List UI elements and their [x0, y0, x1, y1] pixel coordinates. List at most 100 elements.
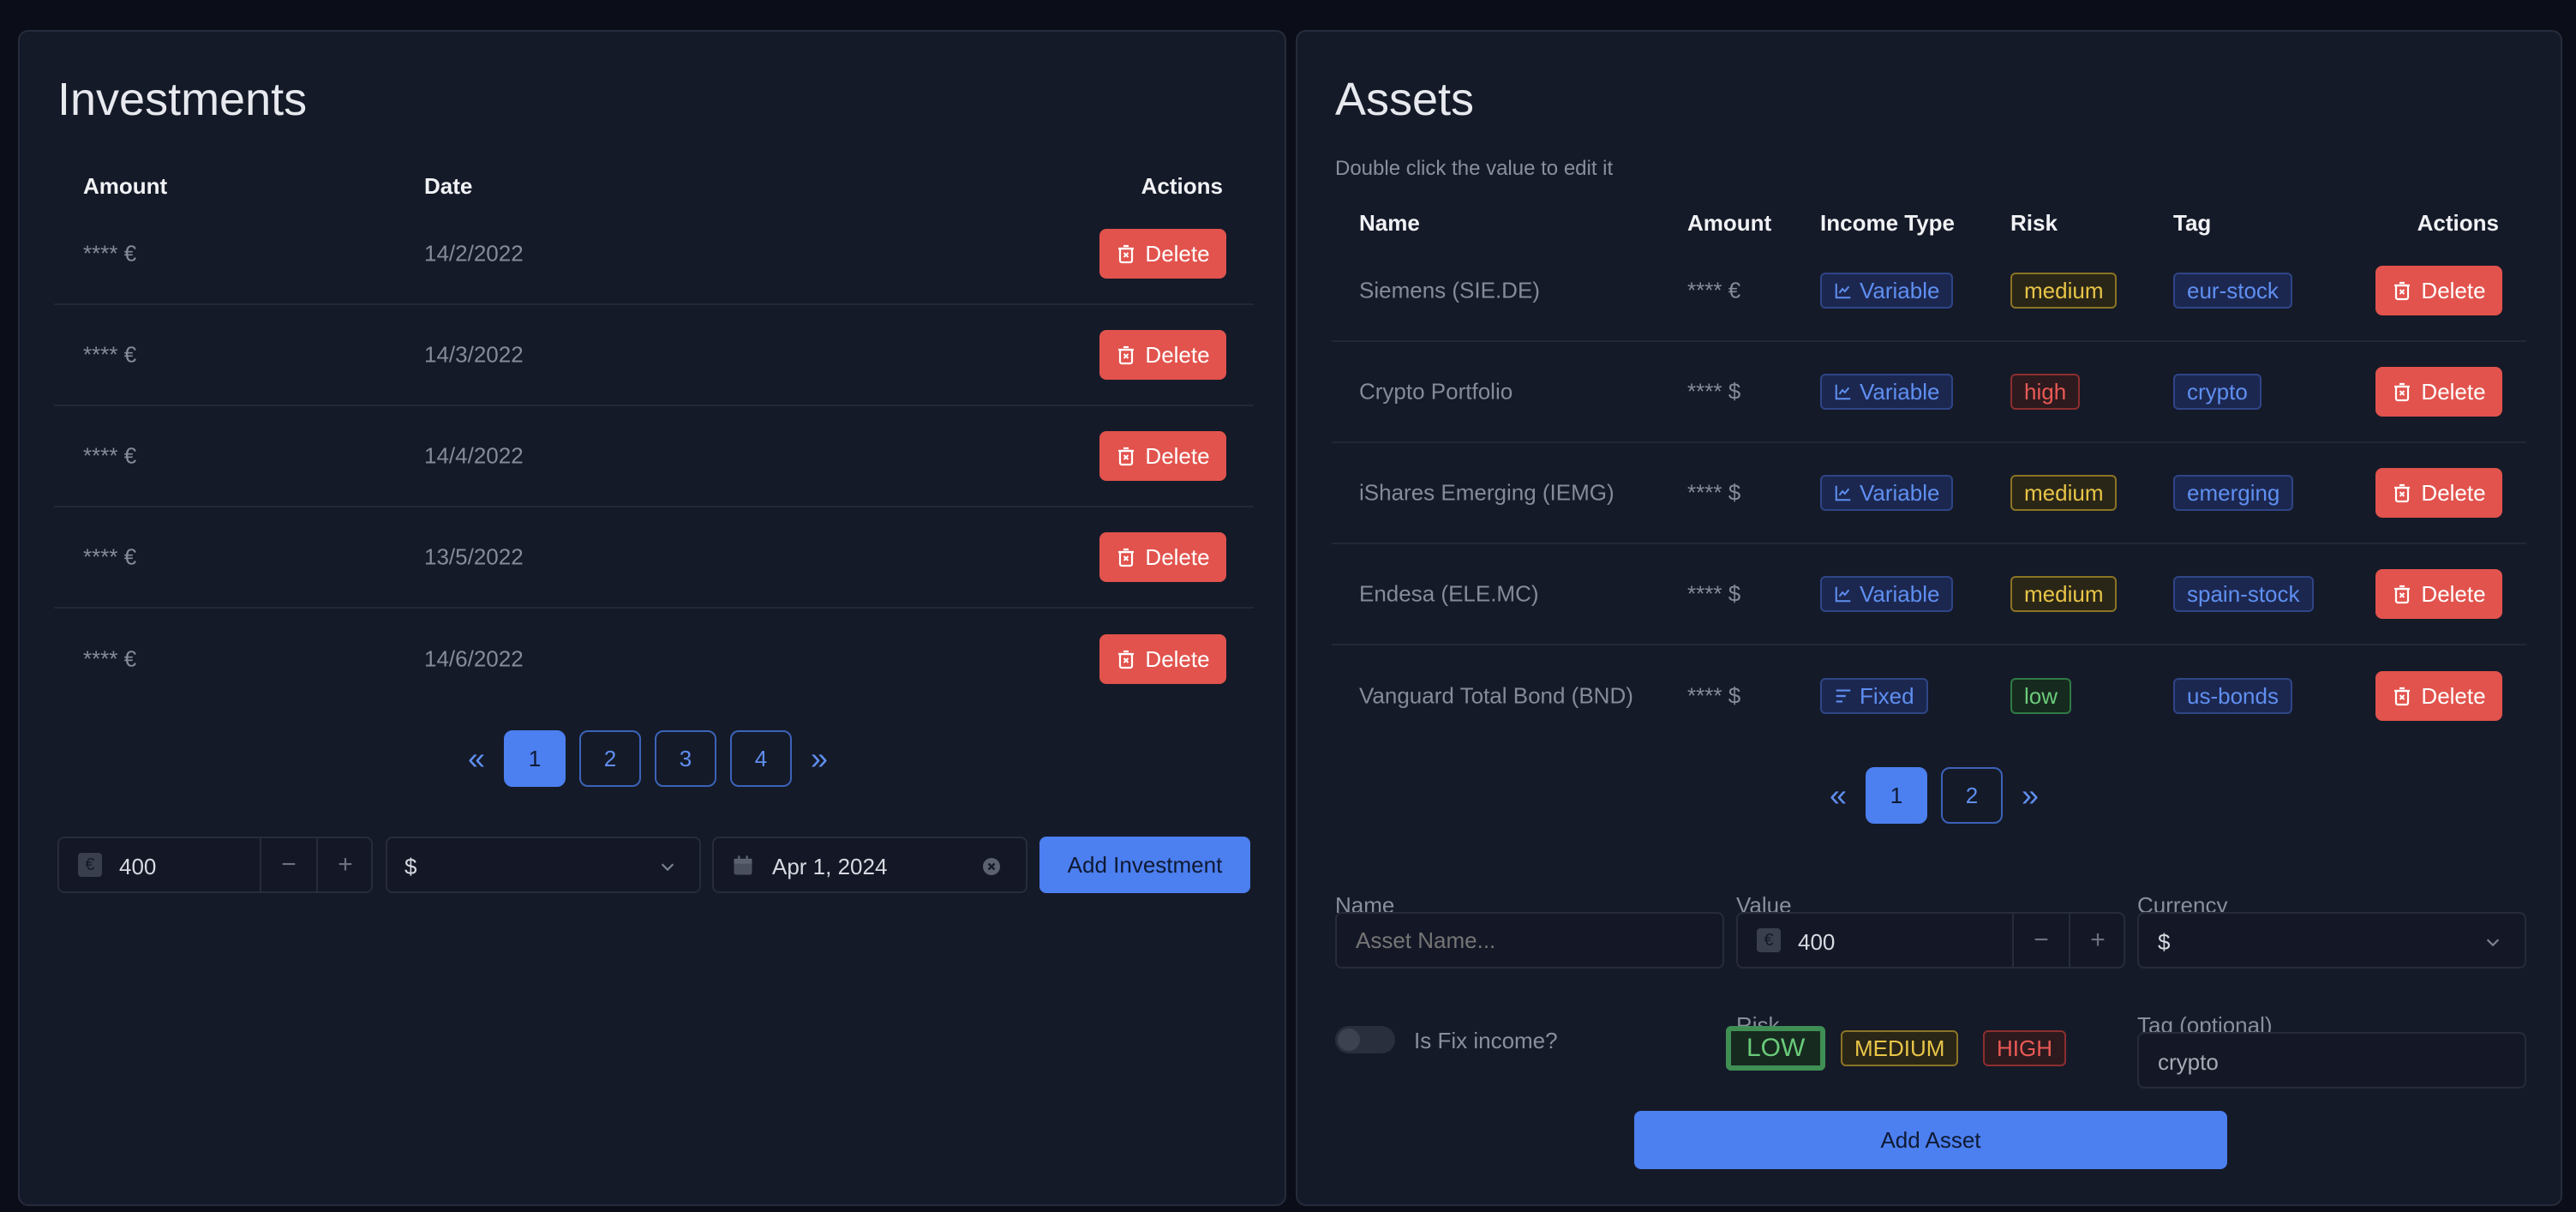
asset-amount[interactable]: **** €	[1687, 278, 1740, 304]
investment-date[interactable]: 14/6/2022	[424, 646, 524, 673]
delete-button[interactable]: Delete	[2375, 266, 2502, 315]
asset-name-input[interactable]	[1337, 914, 1722, 967]
risk-badge: medium	[2010, 576, 2118, 612]
first-page-icon[interactable]: «	[463, 743, 490, 774]
align-left-icon	[1836, 689, 1851, 703]
income-type-badge: Variable	[1820, 576, 1954, 612]
asset-amount[interactable]: **** $	[1687, 683, 1740, 710]
assets-title: Assets	[1335, 74, 1475, 125]
currency-select-value: $	[2158, 929, 2171, 955]
column-header-tag: Tag	[2173, 210, 2212, 236]
investment-date-picker[interactable]: Apr 1, 2024	[712, 837, 1027, 893]
column-header-amount: Amount	[1687, 210, 1772, 236]
page-button[interactable]: 4	[730, 730, 792, 787]
delete-label: Delete	[2421, 479, 2486, 506]
risk-option-medium[interactable]: MEDIUM	[1841, 1030, 1959, 1066]
asset-tag-input[interactable]: crypto	[2137, 1032, 2526, 1089]
add-investment-button[interactable]: Add Investment	[1039, 837, 1250, 893]
asset-name[interactable]: Vanguard Total Bond (BND)	[1359, 683, 1633, 710]
last-page-icon[interactable]: »	[2016, 780, 2044, 811]
investments-pagination: « 1234 »	[463, 730, 833, 787]
decrement-button[interactable]: −	[261, 838, 316, 891]
delete-button[interactable]: Delete	[2375, 569, 2502, 619]
delete-label: Delete	[1145, 442, 1210, 469]
delete-button[interactable]: Delete	[1099, 532, 1226, 582]
investment-amount[interactable]: **** €	[83, 342, 136, 369]
fix-income-toggle[interactable]	[1335, 1026, 1395, 1053]
trash-icon	[2394, 585, 2411, 604]
tag-value[interactable]: crypto	[2158, 1049, 2219, 1076]
investment-date[interactable]: 13/5/2022	[424, 544, 524, 571]
add-asset-button[interactable]: Add Asset	[1634, 1111, 2227, 1169]
delete-button[interactable]: Delete	[2375, 367, 2502, 417]
investment-amount-input[interactable]: € 400 − +	[57, 837, 373, 893]
delete-button[interactable]: Delete	[1099, 330, 1226, 380]
page-button[interactable]: 1	[1866, 767, 1927, 824]
investment-date[interactable]: 14/2/2022	[424, 241, 524, 267]
assets-hint: Double click the value to edit it	[1335, 157, 1614, 180]
delete-button[interactable]: Delete	[2375, 468, 2502, 518]
trash-icon	[1118, 244, 1135, 264]
table-row: Endesa (ELE.MC) **** $ Variable medium spain…	[1332, 544, 2526, 645]
page-button[interactable]: 2	[1941, 767, 2003, 824]
fix-income-label: Is Fix income?	[1414, 1028, 1558, 1053]
delete-label: Delete	[2421, 277, 2486, 303]
risk-option-low[interactable]: LOW	[1726, 1026, 1826, 1071]
trash-icon	[2394, 483, 2411, 503]
trash-icon	[2394, 281, 2411, 301]
table-row: iShares Emerging (IEMG) **** $ Variable med…	[1332, 443, 2526, 544]
increment-button[interactable]: +	[318, 838, 373, 891]
trash-icon	[1118, 345, 1135, 365]
risk-option-high[interactable]: HIGH	[1983, 1030, 2066, 1066]
chart-line-icon	[1835, 384, 1851, 400]
asset-currency-select[interactable]: $	[2137, 912, 2526, 969]
risk-badge: low	[2010, 678, 2072, 714]
investment-amount-value[interactable]: 400	[119, 854, 156, 880]
investment-date[interactable]: 14/4/2022	[424, 443, 524, 470]
asset-name[interactable]: iShares Emerging (IEMG)	[1359, 480, 1614, 507]
delete-button[interactable]: Delete	[1099, 431, 1226, 481]
last-page-icon[interactable]: »	[806, 743, 833, 774]
asset-amount[interactable]: **** $	[1687, 581, 1740, 608]
column-header-name: Name	[1359, 210, 1420, 236]
investment-amount[interactable]: **** €	[83, 544, 136, 571]
delete-label: Delete	[1145, 645, 1210, 672]
investment-date[interactable]: 14/3/2022	[424, 342, 524, 369]
asset-name[interactable]: Siemens (SIE.DE)	[1359, 278, 1540, 304]
delete-label: Delete	[1145, 341, 1210, 368]
first-page-icon[interactable]: «	[1824, 780, 1852, 811]
chart-line-icon	[1835, 283, 1851, 299]
page-button[interactable]: 2	[579, 730, 641, 787]
increment-button[interactable]: +	[2070, 914, 2125, 967]
asset-name[interactable]: Endesa (ELE.MC)	[1359, 581, 1539, 608]
investment-amount[interactable]: **** €	[83, 646, 136, 673]
investment-amount[interactable]: **** €	[83, 241, 136, 267]
investments-title: Investments	[57, 74, 308, 125]
tag-badge: us-bonds	[2173, 678, 2292, 714]
page-button[interactable]: 1	[504, 730, 566, 787]
table-row: **** € 14/2/2022 Delete	[54, 204, 1254, 305]
tag-badge: emerging	[2173, 475, 2294, 511]
investment-amount[interactable]: **** €	[83, 443, 136, 470]
page-button[interactable]: 3	[655, 730, 716, 787]
risk-badge: medium	[2010, 475, 2118, 511]
chevron-down-icon	[661, 863, 674, 872]
asset-amount[interactable]: **** $	[1687, 480, 1740, 507]
asset-value-value[interactable]: 400	[1798, 929, 1835, 956]
asset-amount[interactable]: **** $	[1687, 379, 1740, 405]
table-row: **** € 14/4/2022 Delete	[54, 406, 1254, 507]
delete-label: Delete	[1145, 543, 1210, 570]
delete-button[interactable]: Delete	[1099, 634, 1226, 684]
toggle-knob	[1338, 1029, 1360, 1051]
investment-currency-select[interactable]: $	[386, 837, 701, 893]
asset-value-input[interactable]: € 400 − +	[1736, 912, 2125, 969]
asset-name-field[interactable]	[1335, 912, 1724, 969]
asset-name[interactable]: Crypto Portfolio	[1359, 379, 1513, 405]
clear-icon[interactable]	[981, 856, 1002, 877]
delete-button[interactable]: Delete	[1099, 229, 1226, 279]
income-type-label: Fixed	[1860, 682, 1914, 709]
income-type-badge: Fixed	[1820, 678, 1928, 714]
delete-button[interactable]: Delete	[2375, 671, 2502, 721]
decrement-button[interactable]: −	[2014, 914, 2069, 967]
risk-badge: medium	[2010, 273, 2118, 309]
